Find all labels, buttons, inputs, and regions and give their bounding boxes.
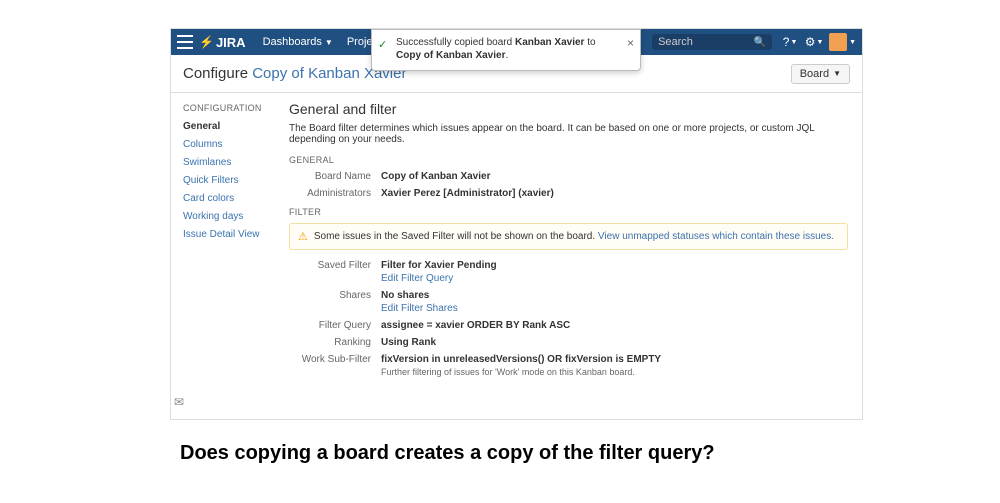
board-dropdown-button[interactable]: Board▼ xyxy=(791,64,850,84)
admins-label: Administrators xyxy=(289,188,381,199)
warning-icon: ⚠ xyxy=(298,230,308,243)
work-sub-filter-value: fixVersion in unreleasedVersions() OR fi… xyxy=(381,354,661,365)
main-description: The Board filter determines which issues… xyxy=(289,123,848,145)
work-sub-filter-desc: Further filtering of issues for 'Work' m… xyxy=(381,367,848,377)
sidebar-item-swimlanes[interactable]: Swimlanes xyxy=(183,155,289,170)
edit-filter-shares-link[interactable]: Edit Filter Shares xyxy=(381,303,458,314)
logo-icon: ⚡ xyxy=(199,35,214,49)
shares-label: Shares xyxy=(289,290,381,314)
nav-dashboards[interactable]: Dashboards▼ xyxy=(256,29,340,55)
unmapped-statuses-link[interactable]: View unmapped statuses which contain the… xyxy=(598,231,834,242)
gear-icon[interactable]: ⚙▼ xyxy=(804,32,824,52)
caret-down-icon: ▼ xyxy=(833,69,841,78)
board-name-label: Board Name xyxy=(289,171,381,182)
edit-filter-query-link[interactable]: Edit Filter Query xyxy=(381,273,453,284)
shares-value: No shares xyxy=(381,290,429,301)
filter-query-label: Filter Query xyxy=(289,320,381,331)
avatar[interactable] xyxy=(829,33,847,51)
sidebar-item-card-colors[interactable]: Card colors xyxy=(183,191,289,206)
work-sub-filter-label: Work Sub-Filter xyxy=(289,354,381,377)
toast-message: Successfully copied board Kanban Xavier … xyxy=(396,37,596,61)
ranking-label: Ranking xyxy=(289,337,381,348)
saved-filter-value: Filter for Xavier Pending xyxy=(381,260,497,271)
search-icon: 🔍 xyxy=(754,37,766,48)
slide-caption: Does copying a board creates a copy of t… xyxy=(180,442,820,465)
sidebar-item-quick-filters[interactable]: Quick Filters xyxy=(183,173,289,188)
main-content: General and filter The Board filter dete… xyxy=(289,93,862,419)
filter-query-value: assignee = xavier ORDER BY Rank ASC xyxy=(381,320,570,331)
feedback-icon[interactable]: ✉ xyxy=(174,395,188,409)
help-icon[interactable]: ?▼ xyxy=(780,32,800,52)
check-icon: ✓ xyxy=(378,38,387,52)
sidebar-item-columns[interactable]: Columns xyxy=(183,137,289,152)
sidebar-heading: CONFIGURATION xyxy=(183,103,289,113)
section-filter: FILTER xyxy=(289,207,848,217)
success-toast: ✓ Successfully copied board Kanban Xavie… xyxy=(371,29,641,71)
search-box[interactable]: 🔍 xyxy=(652,34,772,50)
sidebar-item-general[interactable]: General xyxy=(183,119,289,134)
main-title: General and filter xyxy=(289,101,848,117)
search-input[interactable] xyxy=(658,36,754,48)
saved-filter-label: Saved Filter xyxy=(289,260,381,284)
board-name-value: Copy of Kanban Xavier xyxy=(381,171,490,182)
sidebar-item-working-days[interactable]: Working days xyxy=(183,209,289,224)
sidebar: CONFIGURATION General Columns Swimlanes … xyxy=(171,93,289,419)
caret-down-icon: ▼ xyxy=(849,39,856,46)
ranking-value: Using Rank xyxy=(381,337,436,348)
jira-logo[interactable]: ⚡JIRA xyxy=(199,35,246,50)
hamburger-icon[interactable] xyxy=(177,35,193,49)
sidebar-item-issue-detail[interactable]: Issue Detail View xyxy=(183,227,289,242)
jira-window: ⚡JIRA Dashboards▼ Projects▼ Issues▼ Agil… xyxy=(170,28,863,420)
filter-alert: ⚠ Some issues in the Saved Filter will n… xyxy=(289,223,848,250)
section-general: GENERAL xyxy=(289,155,848,165)
close-icon[interactable]: × xyxy=(627,36,634,52)
caret-down-icon: ▼ xyxy=(325,38,333,47)
admins-value: Xavier Perez [Administrator] (xavier) xyxy=(381,188,554,199)
